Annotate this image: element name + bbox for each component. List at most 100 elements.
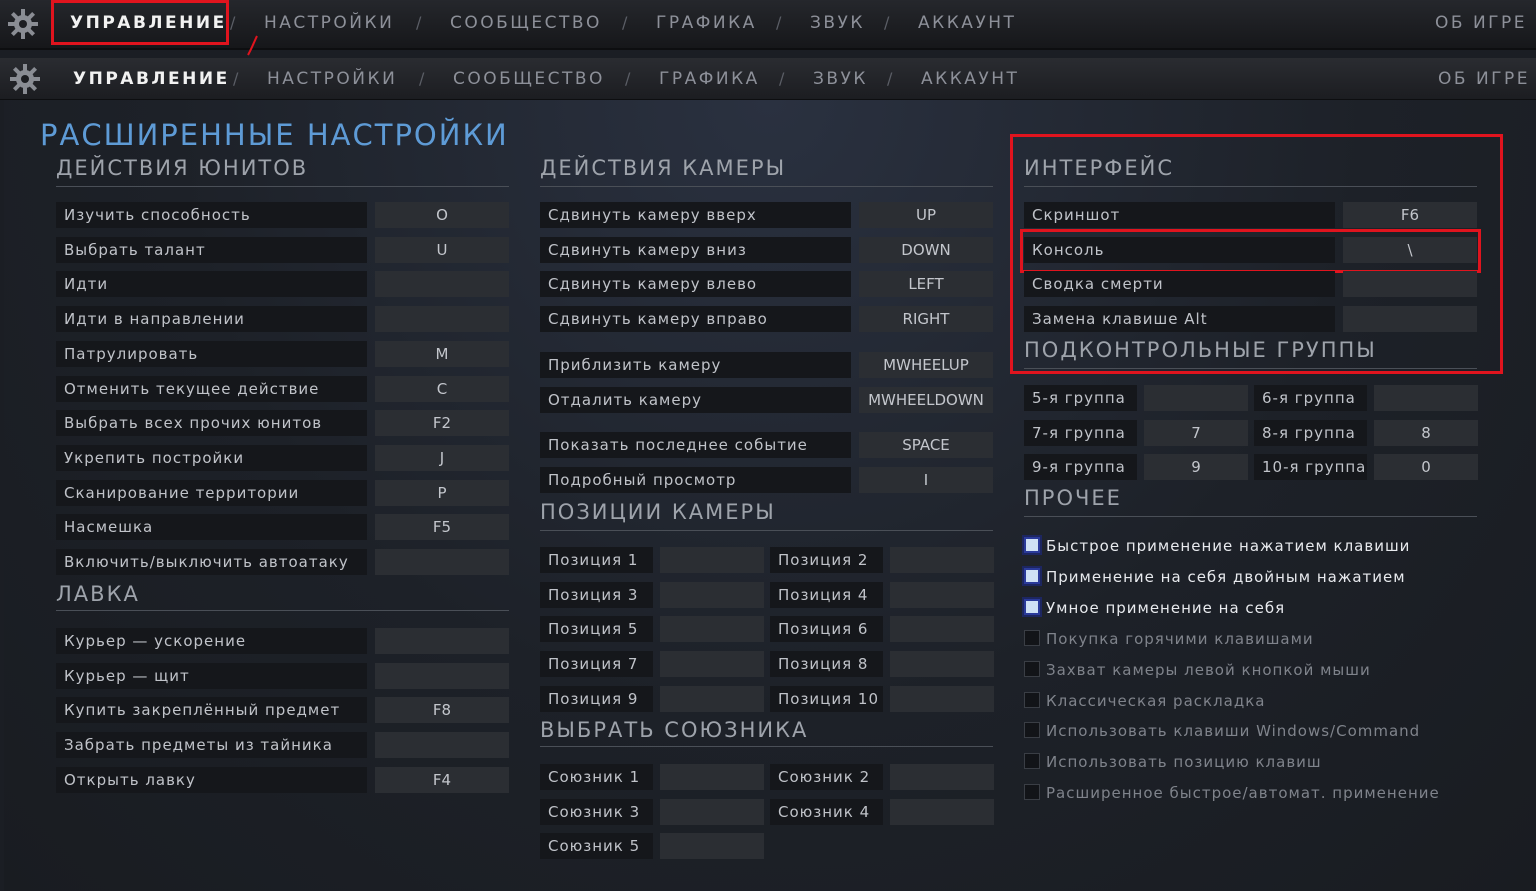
nav-separator: / [887,69,893,88]
option-checkbox[interactable] [1024,598,1040,615]
option-row[interactable]: Покупка горячими клавишами [1024,628,1444,650]
key-binding-field[interactable]: C [375,375,509,402]
key-binding-field[interactable] [660,685,764,712]
key-binding-field[interactable] [890,547,994,573]
key-binding-field[interactable] [375,662,509,689]
binding-label: Союзник 5 [540,833,653,860]
binding-label: Отдалить камеру [540,386,851,413]
option-row[interactable]: Захват камеры левой кнопкой мыши [1024,659,1444,681]
nav-tab-controls[interactable]: УПРАВЛЕНИЕ [73,69,230,89]
key-binding-field[interactable] [890,616,994,643]
option-checkbox[interactable] [1024,691,1040,708]
key-binding-field[interactable] [375,306,509,333]
option-row[interactable]: Расширенное быстрое/автомат. применение [1024,782,1444,804]
option-checkbox[interactable] [1024,537,1040,553]
nav-tab-sound[interactable]: ЗВУК [813,69,868,89]
option-row[interactable]: Использовать клавиши Windows/Command [1024,720,1444,742]
nav-separator: / [625,69,631,88]
option-row[interactable]: Классическая раскладка [1024,690,1444,712]
key-binding-field[interactable] [1144,385,1248,411]
key-binding-field[interactable]: 8 [1374,419,1478,446]
key-binding-field[interactable] [890,798,994,825]
key-binding-field[interactable]: F2 [375,410,509,437]
section-title-camera-actions: ДЕЙСТВИЯ КАМЕРЫ [540,156,787,180]
key-binding-field[interactable] [660,651,764,678]
section-title-unit-actions: ДЕЙСТВИЯ ЮНИТОВ [56,156,309,180]
key-binding-field[interactable]: SPACE [859,432,993,459]
key-binding-field[interactable] [660,581,764,608]
key-binding-field[interactable]: I [859,466,993,493]
nav-tab-account[interactable]: АККАУНТ [921,69,1019,89]
nav-about-game[interactable]: ОБ ИГРЕ [1435,13,1527,33]
nav-tab-community[interactable]: СООБЩЕСТВО [453,69,605,89]
option-label: Быстрое применение нажатием клавиши [1046,537,1411,555]
key-binding-field[interactable] [660,798,764,825]
option-row[interactable]: Применение на себя двойным нажатием [1024,566,1444,588]
section-divider [1024,368,1477,369]
option-label: Использовать позицию клавиш [1046,753,1322,772]
nav-tab-graphics[interactable]: ГРАФИКА [659,69,760,89]
key-binding-field[interactable]: F6 [1343,202,1477,228]
key-binding-field[interactable]: MWHEELDOWN [859,386,993,413]
nav-separator: / [416,13,422,32]
key-binding-field[interactable] [660,547,764,573]
key-binding-field[interactable]: 9 [1144,454,1248,481]
binding-label: Курьер — щит [56,662,367,689]
nav-tab-graphics[interactable]: ГРАФИКА [656,13,757,33]
binding-label: Насмешка [56,514,367,541]
option-checkbox[interactable] [1024,629,1040,646]
key-binding-field[interactable]: LEFT [859,271,993,298]
nav-tab-sound[interactable]: ЗВУК [810,13,865,33]
key-binding-field[interactable] [1343,306,1477,333]
key-binding-field[interactable] [890,581,994,608]
binding-label: Замена клавише Alt [1024,306,1335,333]
key-binding-field[interactable] [375,732,509,759]
binding-label: Патрулировать [56,340,367,367]
key-binding-field[interactable] [375,549,509,575]
option-row[interactable]: Умное применение на себя [1024,597,1444,619]
gear-icon[interactable] [6,7,40,41]
option-checkbox[interactable] [1024,660,1040,677]
key-binding-field[interactable]: P [375,479,509,506]
nav-tab-community[interactable]: СООБЩЕСТВО [450,13,602,33]
key-binding-field[interactable]: DOWN [859,236,993,263]
key-binding-field[interactable] [375,628,509,654]
option-checkbox[interactable] [1024,753,1040,770]
nav-tab-account[interactable]: АККАУНТ [918,13,1016,33]
key-binding-field[interactable] [890,764,994,790]
key-binding-field[interactable] [1374,385,1478,411]
key-binding-field[interactable]: O [375,202,509,228]
key-binding-field[interactable] [660,833,764,860]
key-binding-field[interactable] [660,616,764,643]
nav-tab-settings[interactable]: НАСТРОЙКИ [267,69,397,89]
nav-tab-controls[interactable]: УПРАВЛЕНИЕ [70,13,227,33]
key-binding-field[interactable]: UP [859,202,993,228]
nav-tab-settings[interactable]: НАСТРОЙКИ [264,13,394,33]
option-row[interactable]: Использовать позицию клавиш [1024,751,1444,773]
key-binding-field[interactable] [660,764,764,790]
key-binding-field[interactable]: F4 [375,766,509,793]
key-binding-field[interactable]: RIGHT [859,306,993,333]
gear-icon[interactable] [8,62,42,96]
key-binding-field[interactable]: 0 [1374,454,1478,481]
binding-label: Сдвинуть камеру вправо [540,306,851,333]
key-binding-field[interactable]: 7 [1144,419,1248,446]
key-binding-field[interactable]: F8 [375,697,509,724]
binding-label: Союзник 3 [540,798,653,825]
option-checkbox[interactable] [1024,722,1040,739]
binding-label: Выбрать талант [56,236,367,263]
option-checkbox[interactable] [1024,784,1040,801]
key-binding-field[interactable] [890,651,994,678]
key-binding-field[interactable]: J [375,444,509,471]
key-binding-field[interactable]: MWHEELUP [859,351,993,378]
key-binding-field[interactable]: F5 [375,514,509,541]
key-binding-field[interactable] [375,271,509,298]
key-binding-field[interactable]: \ [1343,236,1477,263]
option-row[interactable]: Быстрое применение нажатием клавиши [1024,535,1444,557]
key-binding-field[interactable] [890,685,994,712]
nav-about-game[interactable]: ОБ ИГРЕ [1438,69,1530,89]
key-binding-field[interactable]: M [375,340,509,367]
key-binding-field[interactable]: U [375,236,509,263]
option-checkbox[interactable] [1024,567,1040,584]
key-binding-field[interactable] [1343,271,1477,298]
